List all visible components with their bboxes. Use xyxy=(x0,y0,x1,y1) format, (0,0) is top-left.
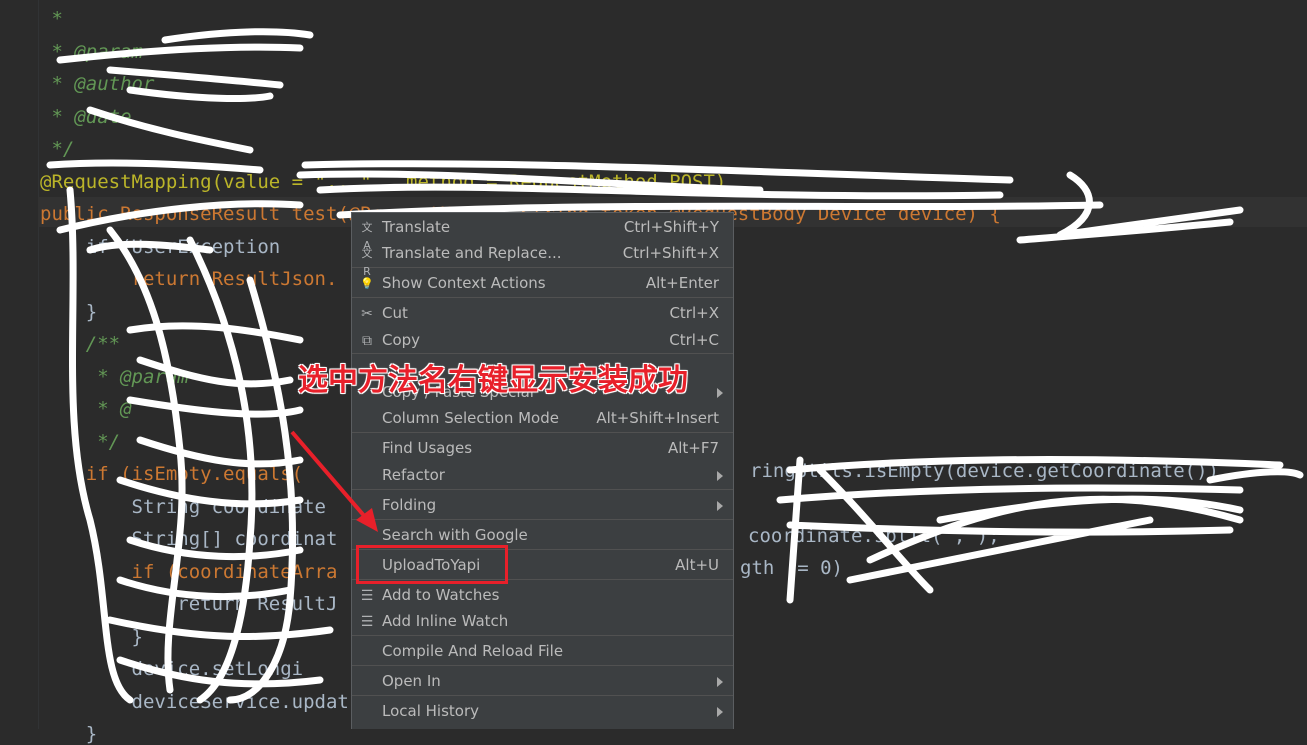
code-line: } xyxy=(40,723,98,745)
menu-separator xyxy=(352,695,733,696)
menu-separator xyxy=(352,635,733,636)
menu-item-label: Local History xyxy=(382,702,480,720)
submenu-arrow-icon xyxy=(717,707,723,717)
translate-replace-icon: 文R xyxy=(361,247,373,278)
menu-item-label: Find Usages xyxy=(382,439,473,457)
menu-separator xyxy=(352,489,733,490)
menu-item-find-usages[interactable]: Find Usages Alt+F7 xyxy=(352,436,733,462)
code-line: * @author xyxy=(40,73,155,95)
code-line: String[] coordinat xyxy=(40,528,338,550)
code-fragment: ringUtils.isEmpty(device.getCoordinate()… xyxy=(750,460,1219,482)
menu-item-shortcut: Ctrl+Shift+Y xyxy=(623,218,719,236)
menu-item-translate[interactable]: 文A Translate Ctrl+Shift+Y xyxy=(352,215,733,252)
code-line: String coordinate xyxy=(40,495,326,518)
menu-item-shortcut: Alt+F7 xyxy=(667,439,719,457)
code-line: } xyxy=(40,300,98,323)
code-line: */ xyxy=(40,138,75,160)
menu-item-label: Add to Watches xyxy=(382,586,500,604)
translate-icon: 文A xyxy=(361,221,373,252)
code-line: if (isEmpty.equals( xyxy=(40,463,304,485)
submenu-arrow-icon xyxy=(717,501,723,511)
submenu-arrow-icon xyxy=(717,388,723,398)
lightbulb-icon: 💡 xyxy=(360,277,374,290)
code-fragment: gth != 0) xyxy=(740,557,843,579)
scissors-icon: ✂ xyxy=(361,306,373,322)
code-line: return ResultJson. xyxy=(40,268,338,290)
menu-separator xyxy=(352,665,733,666)
menu-item-add-to-watches[interactable]: ☰ Add to Watches xyxy=(352,583,733,609)
code-line: */ xyxy=(40,430,121,453)
menu-item-label: Cut xyxy=(382,304,408,322)
watch-icon: ☰ xyxy=(360,588,374,604)
menu-item-shortcut: Alt+Enter xyxy=(645,274,719,292)
code-line: device.setLongi xyxy=(40,658,304,680)
menu-separator xyxy=(352,267,733,268)
code-line: * xyxy=(40,8,63,30)
code-line: if (coordinateArra xyxy=(40,560,338,583)
context-menu[interactable]: 文A Translate Ctrl+Shift+Y 文R Translate and R… xyxy=(351,212,734,729)
editor-gutter xyxy=(0,0,39,729)
code-line: @RequestMapping(value = "..." , method =… xyxy=(40,170,727,193)
menu-item-local-history[interactable]: Local History xyxy=(352,699,733,725)
code-line: deviceService.updat xyxy=(40,690,349,713)
code-line: return ResultJ xyxy=(40,593,338,615)
menu-separator xyxy=(352,432,733,433)
submenu-arrow-icon xyxy=(717,471,723,481)
code-line: if (UserException xyxy=(40,235,281,258)
menu-item-label: Copy xyxy=(382,331,421,349)
menu-item-open-in[interactable]: Open In xyxy=(352,669,733,695)
menu-item-label: Folding xyxy=(382,496,437,514)
code-line: * @date xyxy=(40,105,132,128)
menu-item-shortcut: Ctrl+X xyxy=(669,304,719,322)
code-line: * @param xyxy=(40,40,143,63)
menu-item-shortcut: Alt+Shift+Insert xyxy=(596,409,719,427)
inline-watch-icon: ☰ xyxy=(360,614,374,630)
menu-item-label: Column Selection Mode xyxy=(382,409,559,427)
copy-icon: ⧉ xyxy=(362,333,372,349)
code-line: /** xyxy=(40,333,121,355)
submenu-arrow-icon xyxy=(717,677,723,687)
menu-item-refactor[interactable]: Refactor xyxy=(352,463,733,489)
menu-separator xyxy=(352,297,733,298)
menu-item-folding[interactable]: Folding xyxy=(352,493,733,519)
menu-item-shortcut: Ctrl+C xyxy=(669,331,719,349)
code-line: } xyxy=(40,625,143,648)
annotation-text: 选中方法名右键显示安装成功 xyxy=(298,363,688,398)
menu-item-shortcut: Alt+U xyxy=(675,556,719,574)
menu-item-label: Translate and Replace... xyxy=(382,244,562,262)
menu-item-copy[interactable]: ⧉ Copy Ctrl+C xyxy=(352,328,733,354)
menu-item-label: Search with Google xyxy=(382,526,528,544)
menu-item-show-context-actions[interactable]: 💡 Show Context Actions Alt+Enter xyxy=(352,271,733,297)
menu-item-label: Show Context Actions xyxy=(382,274,546,292)
menu-item-translate-and-replace[interactable]: 文R Translate and Replace... Ctrl+Shift+X xyxy=(352,241,733,278)
menu-item-compile-and-reload-file[interactable]: Compile And Reload File xyxy=(352,639,733,665)
menu-separator xyxy=(352,519,733,520)
menu-item-label: Compile And Reload File xyxy=(382,642,564,660)
uploadtoyapi-highlight-box xyxy=(356,545,508,584)
menu-item-column-selection-mode[interactable]: Column Selection Mode Alt+Shift+Insert xyxy=(352,406,733,432)
code-fragment: coordinate.split(","); xyxy=(748,525,1000,547)
menu-item-add-inline-watch[interactable]: ☰ Add Inline Watch xyxy=(352,609,733,635)
menu-item-label: Refactor xyxy=(382,466,445,484)
menu-item-label: Add Inline Watch xyxy=(382,612,509,630)
menu-item-label: Open In xyxy=(382,672,441,690)
menu-item-label: Translate xyxy=(382,218,451,236)
menu-item-shortcut: Ctrl+Shift+X xyxy=(622,244,719,262)
code-line: * @param xyxy=(40,365,189,388)
code-line: * @ xyxy=(40,398,132,420)
menu-item-cut[interactable]: ✂ Cut Ctrl+X xyxy=(352,301,733,327)
